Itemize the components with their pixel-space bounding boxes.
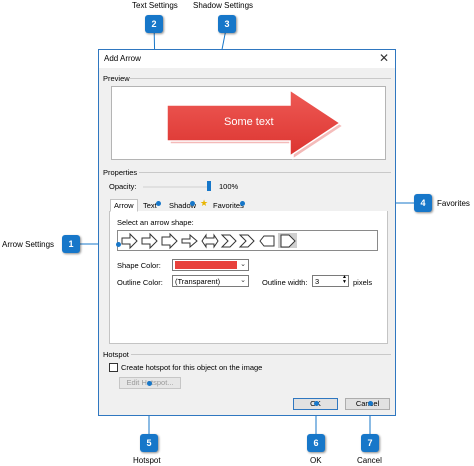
callout-badge-3: 3 — [218, 15, 236, 33]
outline-color-value: (Transparent) — [175, 277, 221, 286]
callout-badge-5: 5 — [140, 434, 158, 452]
select-shape-label: Select an arrow shape: — [117, 218, 194, 227]
callout-label-cancel: Cancel — [357, 456, 382, 465]
callout-badge-2: 2 — [145, 15, 163, 33]
properties-label: Properties — [103, 168, 138, 177]
opacity-label: Opacity: — [109, 182, 137, 191]
callout-label-shadow-settings: Shadow Settings — [193, 1, 254, 10]
create-hotspot-label: Create hotspot for this object on the im… — [121, 363, 263, 372]
opacity-value: 100% — [219, 182, 239, 191]
callout-label-ok: OK — [310, 456, 322, 465]
dropdown-arrow-icon: ⌄ — [240, 277, 246, 284]
hotspot-label: Hotspot — [103, 350, 129, 359]
shape-color-swatch — [175, 261, 237, 269]
close-icon[interactable]: ✕ — [379, 51, 389, 65]
star-icon: ★ — [200, 198, 209, 208]
arrow-shape-picker[interactable] — [117, 230, 378, 251]
opacity-slider-thumb[interactable] — [207, 181, 211, 191]
tab-arrow[interactable]: Arrow — [110, 199, 138, 212]
callout-dot-shadow — [190, 201, 195, 206]
selected-shape-cell[interactable] — [278, 233, 297, 248]
selected-shape-icon — [280, 234, 296, 248]
tab-shadow[interactable]: Shadow — [165, 199, 200, 212]
callout-label-favorites: Favorites — [437, 199, 470, 208]
outline-color-label: Outline Color: — [117, 278, 163, 287]
outline-width-label: Outline width: — [262, 278, 308, 287]
callout-dot-text — [156, 201, 161, 206]
arrow-shapes — [121, 232, 275, 250]
callout-dot-favorites — [240, 201, 245, 206]
callout-badge-7: 7 — [361, 434, 379, 452]
outline-color-select[interactable]: (Transparent) ⌄ — [172, 275, 249, 287]
title-bar: Add Arrow ✕ — [99, 50, 395, 68]
callout-dot-cancel — [368, 401, 373, 406]
add-arrow-dialog: Add Arrow ✕ Preview Some text Properties… — [98, 49, 396, 416]
callout-label-text-settings: Text Settings — [132, 1, 178, 10]
dialog-title: Add Arrow — [104, 54, 141, 63]
dropdown-arrow-icon: ⌄ — [240, 261, 246, 268]
callout-badge-1: 1 — [62, 235, 80, 253]
callout-dot-ok — [314, 401, 319, 406]
preview-text: Some text — [224, 116, 274, 128]
callout-badge-4: 4 — [414, 194, 432, 212]
callout-dot-arrow — [116, 242, 121, 247]
shape-color-picker[interactable]: ⌄ — [172, 259, 249, 271]
callout-label-hotspot: Hotspot — [133, 456, 161, 465]
opacity-slider-track[interactable] — [143, 186, 209, 188]
callout-label-arrow-settings: Arrow Settings — [2, 240, 55, 249]
shape-color-label: Shape Color: — [117, 261, 161, 270]
preview-area: Some text — [111, 86, 386, 161]
callout-dot-hotspot — [147, 381, 152, 386]
spinner-icon[interactable]: ▲ ▼ — [342, 275, 347, 285]
callout-badge-6: 6 — [307, 434, 325, 452]
create-hotspot-checkbox[interactable] — [109, 363, 118, 372]
preview-label: Preview — [103, 74, 130, 83]
pixels-label: pixels — [353, 278, 373, 287]
outline-width-spinner[interactable]: 3 ▲ ▼ — [312, 275, 349, 287]
outline-width-value: 3 — [315, 277, 320, 286]
